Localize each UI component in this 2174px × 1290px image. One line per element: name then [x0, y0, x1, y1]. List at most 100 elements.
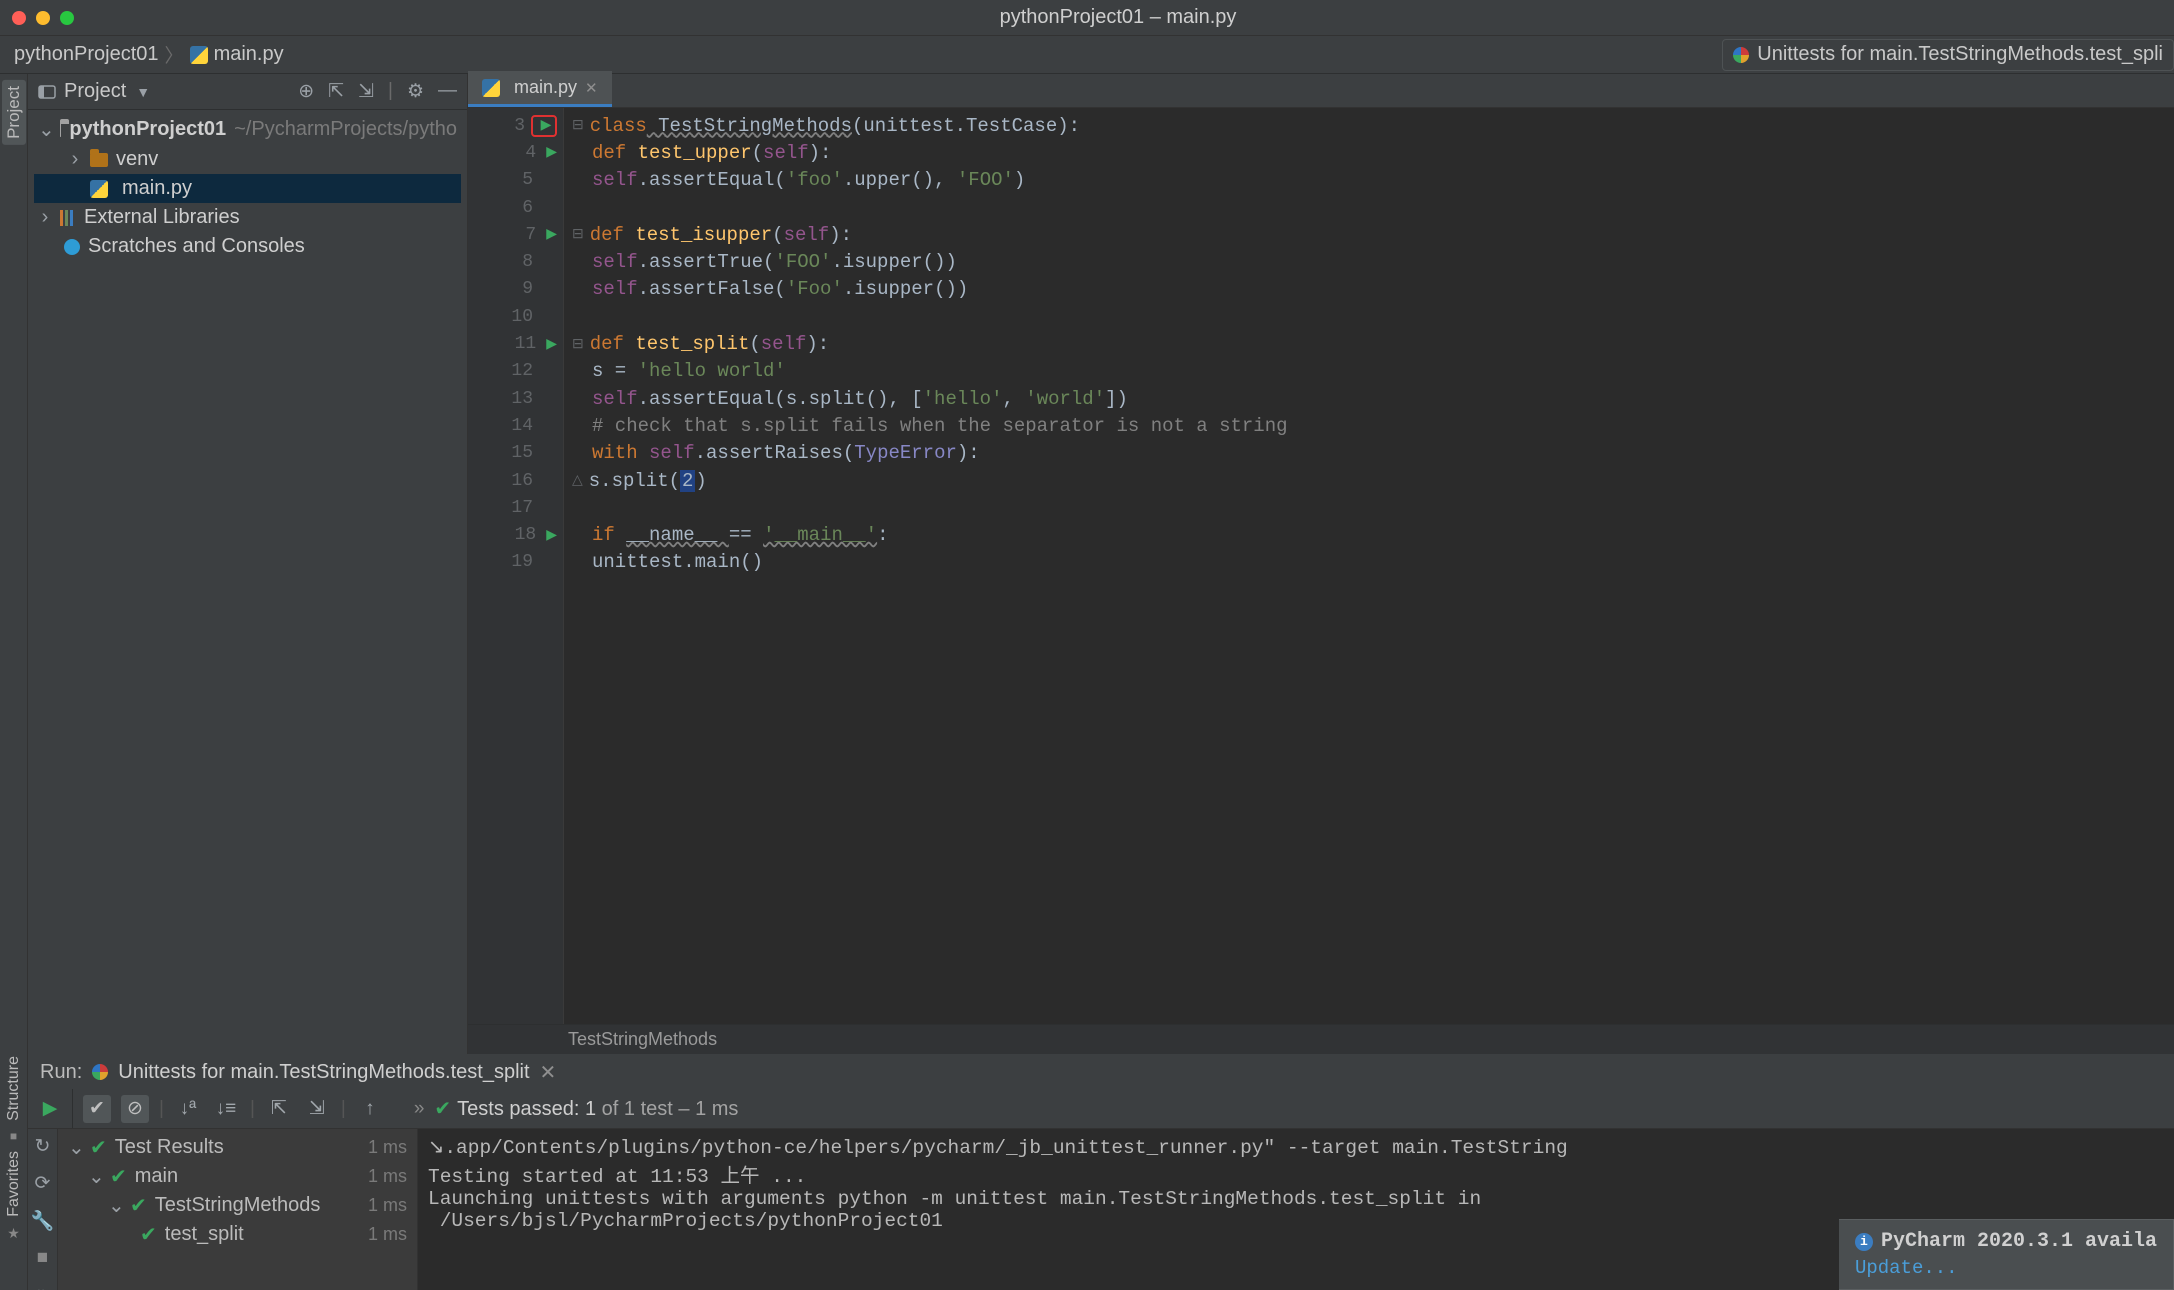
chevron-down-icon[interactable]: ▼ — [136, 84, 150, 100]
sort-desc-icon[interactable]: ↓≡ — [212, 1095, 240, 1123]
tree-root-path: ~/PycharmProjects/pytho — [234, 118, 457, 141]
fold-end-icon[interactable]: △ — [572, 472, 583, 489]
fold-icon[interactable]: ⊟ — [572, 117, 584, 134]
editor-structure-breadcrumb[interactable]: TestStringMethods — [468, 1024, 2174, 1054]
zoom-window-icon[interactable] — [60, 11, 74, 25]
run-configuration-label: Unittests for main.TestStringMethods.tes… — [1757, 43, 2163, 66]
folder-icon — [90, 153, 108, 167]
test-summary: ✔Tests passed: 1 of 1 test – 1 ms — [434, 1096, 738, 1121]
run-tab-label[interactable]: Unittests for main.TestStringMethods.tes… — [118, 1061, 529, 1084]
run-console-output[interactable]: ↘.app/Contents/plugins/python-ce/helpers… — [418, 1129, 2174, 1290]
chevron-down-icon: ⌄ — [38, 117, 52, 142]
test-tree-method[interactable]: ✔test_split1 ms — [58, 1220, 417, 1249]
sort-asc-icon[interactable]: ↓ª — [174, 1095, 202, 1123]
update-notification[interactable]: i PyCharm 2020.3.1 availa Update... — [1839, 1219, 2174, 1290]
wrench-icon[interactable]: 🔧 — [31, 1209, 55, 1233]
project-tree[interactable]: ⌄ pythonProject01 ~/PycharmProjects/pyth… — [28, 110, 467, 269]
stop-icon[interactable]: ■ — [37, 1247, 48, 1269]
run-toolbar: ▶ ✔ ⊘ | ↓ª ↓≡ | ⇱ ⇲ | ↑ » ✔Tests passed:… — [28, 1089, 2174, 1129]
run-tool-window: Run: Unittests for main.TestStringMethod… — [28, 1054, 2174, 1290]
expand-all-icon[interactable]: ⇱ — [328, 80, 344, 103]
python-file-icon — [90, 180, 108, 198]
run-test-gutter-icon[interactable]: ▶ — [546, 336, 557, 353]
tree-item-label: Scratches and Consoles — [88, 235, 305, 258]
editor-region: main.py ✕ 3▶ 4▶ 5 6 7▶ 8 9 10 11▶ — [468, 74, 2174, 1054]
toolwindow-tab-favorites[interactable]: Favorites — [5, 1151, 23, 1217]
close-window-icon[interactable] — [12, 11, 26, 25]
more-icon[interactable]: » — [37, 1283, 48, 1290]
unittest-icon — [1733, 47, 1749, 63]
tree-item-label: venv — [116, 148, 158, 171]
toolwindow-tab-structure[interactable]: Structure — [5, 1056, 23, 1121]
breadcrumb-project[interactable]: pythonProject01 — [14, 43, 159, 66]
rerun-button[interactable]: ▶ — [36, 1095, 64, 1123]
collapse-all-icon[interactable]: ⇲ — [303, 1095, 331, 1123]
window-title: pythonProject01 – main.py — [74, 6, 2162, 29]
library-icon — [60, 210, 76, 226]
test-tree-class[interactable]: ⌄✔TestStringMethods1 ms — [58, 1191, 417, 1220]
test-tree-root[interactable]: ⌄✔Test Results1 ms — [58, 1133, 417, 1162]
console-line: Launching unittests with arguments pytho… — [428, 1188, 2164, 1210]
python-file-icon — [482, 79, 500, 97]
test-tree-module[interactable]: ⌄✔main1 ms — [58, 1162, 417, 1191]
run-panel-header: Run: Unittests for main.TestStringMethod… — [28, 1055, 2174, 1089]
editor-tab-label: main.py — [514, 77, 577, 98]
code-editor[interactable]: 3▶ 4▶ 5 6 7▶ 8 9 10 11▶ 12 13 14 15 16 — [468, 108, 2174, 1024]
left-bottom-toolwindow-strip: Structure ■ Favorites ★ — [0, 1050, 28, 1290]
notification-title: PyCharm 2020.3.1 availa — [1881, 1230, 2157, 1253]
project-tool-window: Project ▼ ⊕ ⇱ ⇲ | ⚙ — ⌄ python — [28, 74, 468, 1054]
editor-tab-main-py[interactable]: main.py ✕ — [468, 71, 612, 107]
tree-item-venv[interactable]: › venv — [34, 145, 461, 174]
run-main-gutter-icon[interactable]: ▶ — [546, 527, 557, 544]
tree-item-label: main.py — [122, 177, 192, 200]
navigate-up-icon[interactable]: ↑ — [356, 1095, 384, 1123]
test-results-tree[interactable]: ⌄✔Test Results1 ms ⌄✔main1 ms ⌄✔TestStri… — [58, 1129, 418, 1290]
tree-item-scratches[interactable]: Scratches and Consoles — [34, 232, 461, 261]
scratch-icon — [64, 239, 80, 255]
close-icon[interactable]: ✕ — [585, 79, 598, 97]
unittest-icon — [92, 1064, 108, 1080]
run-test-gutter-icon[interactable]: ▶ — [546, 226, 557, 243]
collapse-all-icon[interactable]: ⇲ — [358, 80, 374, 103]
window-controls — [12, 11, 74, 25]
notification-update-link[interactable]: Update... — [1855, 1257, 2157, 1279]
tree-root-label: pythonProject01 — [69, 118, 226, 141]
python-file-icon — [190, 46, 208, 64]
toggle-autotest-icon[interactable]: ⟳ — [35, 1172, 51, 1195]
navigation-bar: pythonProject01 〉 main.py Unittests for … — [0, 36, 2174, 74]
run-configuration-selector[interactable]: Unittests for main.TestStringMethods.tes… — [1722, 39, 2174, 71]
chevron-right-icon: › — [38, 206, 52, 229]
window-titlebar: pythonProject01 – main.py — [0, 0, 2174, 36]
rerun-reload-icon[interactable]: ↻ — [35, 1135, 51, 1158]
console-line: ↘.app/Contents/plugins/python-ce/helpers… — [428, 1135, 2164, 1159]
console-line: Testing started at 11:53 上午 ... — [428, 1159, 2164, 1188]
tree-item-label: External Libraries — [84, 206, 240, 229]
tree-root-project[interactable]: ⌄ pythonProject01 ~/PycharmProjects/pyth… — [34, 114, 461, 145]
run-class-gutter-icon[interactable]: ▶ — [531, 115, 557, 137]
hide-minimize-icon[interactable]: — — [438, 80, 457, 103]
editor-tab-bar: main.py ✕ — [468, 74, 2174, 108]
expand-all-icon[interactable]: ⇱ — [265, 1095, 293, 1123]
info-icon: i — [1855, 1233, 1873, 1251]
close-icon[interactable]: ✕ — [540, 1060, 557, 1085]
editor-gutter[interactable]: 3▶ 4▶ 5 6 7▶ 8 9 10 11▶ 12 13 14 15 16 — [468, 108, 564, 1024]
run-test-gutter-icon[interactable]: ▶ — [546, 144, 557, 161]
breadcrumb-file[interactable]: main.py — [214, 43, 284, 66]
project-panel-header: Project ▼ ⊕ ⇱ ⇲ | ⚙ — — [28, 74, 467, 110]
tree-item-external-libraries[interactable]: › External Libraries — [34, 203, 461, 232]
project-view-icon — [38, 83, 56, 101]
chevron-right-icon: › — [68, 148, 82, 171]
run-header-label: Run: — [40, 1061, 82, 1084]
toolwindow-tab-project[interactable]: Project — [2, 80, 26, 145]
show-passed-toggle[interactable]: ✔ — [83, 1095, 111, 1123]
folder-icon — [60, 123, 61, 137]
fold-icon[interactable]: ⊟ — [572, 226, 584, 243]
run-left-action-strip: ↻ ⟳ 🔧 ■ » — [28, 1129, 58, 1290]
fold-icon[interactable]: ⊟ — [572, 336, 584, 353]
code-area[interactable]: ⊟class TestStringMethods(unittest.TestCa… — [564, 108, 2174, 1024]
gear-icon[interactable]: ⚙ — [407, 80, 424, 103]
minimize-window-icon[interactable] — [36, 11, 50, 25]
show-ignored-toggle[interactable]: ⊘ — [121, 1095, 149, 1123]
select-opened-icon[interactable]: ⊕ — [298, 80, 314, 103]
tree-item-main-py[interactable]: main.py — [34, 174, 461, 203]
